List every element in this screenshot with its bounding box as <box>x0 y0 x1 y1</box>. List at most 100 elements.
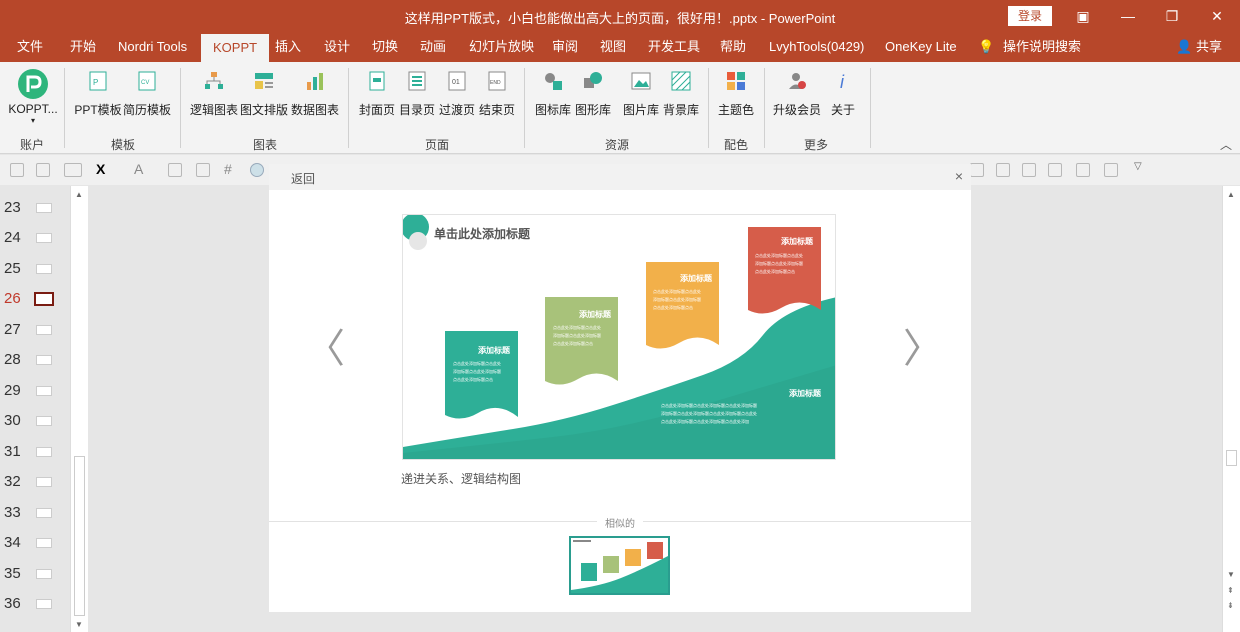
tab-view[interactable]: 视图 <box>600 32 626 62</box>
title-bar: 这样用PPT版式，小白也能做出高大上的页面，很好用！.pptx - PowerP… <box>0 0 1240 32</box>
top-align-icon[interactable] <box>1076 163 1090 177</box>
tab-onekey-lite[interactable]: OneKey Lite <box>885 32 957 62</box>
tab-transitions[interactable]: 切换 <box>372 32 398 62</box>
tab-file[interactable]: 文件 <box>17 32 43 62</box>
slide-row[interactable]: 23 <box>0 193 70 223</box>
scroll-up-icon[interactable]: ▲ <box>1227 190 1235 199</box>
theme-color-button[interactable]: 主题色 <box>716 68 756 118</box>
scroll-down-icon[interactable]: ▼ <box>75 620 83 629</box>
slide-row[interactable]: 25 <box>0 254 70 284</box>
slide-thumbnail <box>36 264 52 274</box>
slide-row[interactable]: 33 <box>0 498 70 528</box>
restore-icon[interactable]: ❐ <box>1162 6 1182 26</box>
svg-text:END: END <box>490 80 501 86</box>
tab-animations[interactable]: 动画 <box>420 32 446 62</box>
close-icon[interactable]: × <box>955 168 963 184</box>
end-page-button[interactable]: END 结束页 <box>478 68 516 118</box>
next-slide-icon[interactable]: ⇟ <box>1227 601 1234 610</box>
center-icon[interactable] <box>1022 163 1036 177</box>
toc-page-button[interactable]: 目录页 <box>398 68 436 118</box>
cover-page-button[interactable]: 封面页 <box>358 68 396 118</box>
resume-template-button[interactable]: CV 简历模板 <box>122 68 172 118</box>
image-tool-icon[interactable] <box>196 163 210 177</box>
customize-toolbar-icon[interactable]: ▽ <box>1134 161 1142 172</box>
slide-row[interactable]: 30 <box>0 406 70 436</box>
scroll-up-icon[interactable]: ▲ <box>75 190 83 199</box>
close-window-icon[interactable]: ✕ <box>1207 6 1227 26</box>
resume-template-icon: CV <box>138 71 156 91</box>
tab-home[interactable]: 开始 <box>70 32 96 62</box>
tab-developer[interactable]: 开发工具 <box>648 32 700 62</box>
editor-scrollbar[interactable]: ▲ ▼ ⇞ ⇟ <box>1222 186 1240 632</box>
slide-row[interactable]: 35 <box>0 559 70 589</box>
lock-icon[interactable] <box>10 163 24 177</box>
separator <box>524 68 525 148</box>
slide-row[interactable]: 36 <box>0 589 70 619</box>
bottom-align-icon[interactable] <box>1104 163 1118 177</box>
separator <box>348 68 349 148</box>
text-layout-button[interactable]: 图文排版 <box>240 68 288 118</box>
tab-review[interactable]: 审阅 <box>552 32 578 62</box>
tab-insert[interactable]: 插入 <box>275 32 301 62</box>
separator <box>870 68 871 148</box>
slide-list-scrollbar[interactable]: ▲ ▼ <box>70 186 88 632</box>
login-button[interactable]: 登录 <box>1008 6 1052 26</box>
template-preview[interactable]: 点击此处添加标题点击此处 添加标题点击此处添加标题 点击此处添加标题点击 点击此… <box>402 214 836 460</box>
background-library-button[interactable]: 背景库 <box>662 68 700 118</box>
slide-row[interactable]: 31 <box>0 437 70 467</box>
eyedropper-icon[interactable] <box>168 163 182 177</box>
minimize-icon[interactable]: — <box>1118 6 1138 26</box>
slide-row[interactable]: 32 <box>0 467 70 497</box>
koppt-account-button[interactable]: KOPPT... ▾ <box>8 68 58 125</box>
icon-library-button[interactable]: 图标库 <box>534 68 572 118</box>
scroll-thumb[interactable] <box>74 456 85 616</box>
tab-design[interactable]: 设计 <box>324 32 350 62</box>
shape-fill-icon[interactable] <box>250 163 264 177</box>
align-icon[interactable] <box>36 163 50 177</box>
scroll-down-icon[interactable]: ▼ <box>1227 570 1235 579</box>
slide-row[interactable]: 34 <box>0 528 70 558</box>
slide-row[interactable]: 29 <box>0 376 70 406</box>
svg-text:i: i <box>840 72 845 92</box>
shape-library-button[interactable]: 图形库 <box>574 68 612 118</box>
org-chart-icon <box>205 72 223 89</box>
slide-row[interactable]: 24 <box>0 223 70 253</box>
image-library-button[interactable]: 图片库 <box>622 68 660 118</box>
tell-me-search[interactable]: 操作说明搜索 <box>1003 32 1081 62</box>
prev-slide-icon[interactable]: ⇞ <box>1227 586 1234 595</box>
similar-template-thumbnail[interactable] <box>569 536 670 595</box>
slide-row[interactable]: 28 <box>0 345 70 375</box>
back-button[interactable]: 返回 <box>291 170 315 187</box>
svg-text:P: P <box>93 78 98 87</box>
grid-icon[interactable]: # <box>224 161 232 177</box>
font-icon[interactable]: A <box>134 161 143 177</box>
tab-nordri-tools[interactable]: Nordri Tools <box>118 32 187 62</box>
about-button[interactable]: i 关于 <box>826 68 860 118</box>
format-icon[interactable]: X <box>96 161 105 177</box>
tab-help[interactable]: 帮助 <box>720 32 746 62</box>
logic-chart-button[interactable]: 逻辑图表 <box>190 68 238 118</box>
lightbulb-icon: 💡 <box>978 39 995 54</box>
prev-arrow-icon[interactable]: 〈 <box>305 316 345 374</box>
ribbon: KOPPT... ▾ 账户 P PPT模板 CV 简历模板 模板 逻辑图表 图文… <box>0 62 1240 154</box>
member-icon <box>789 73 806 89</box>
copy-format-icon[interactable] <box>996 163 1010 177</box>
tab-koppt[interactable]: KOPPT <box>201 34 270 62</box>
textbox-icon[interactable] <box>64 163 82 177</box>
data-chart-button[interactable]: 数据图表 <box>290 68 340 118</box>
scroll-thumb[interactable] <box>1226 450 1237 466</box>
print-icon[interactable] <box>1048 163 1062 177</box>
ppt-template-button[interactable]: P PPT模板 <box>74 68 122 118</box>
next-arrow-icon[interactable]: 〉 <box>903 316 943 374</box>
distribute-icon[interactable] <box>970 163 984 177</box>
ribbon-display-icon[interactable]: ▣ <box>1073 6 1093 26</box>
transition-page-button[interactable]: 01 过渡页 <box>438 68 476 118</box>
slide-row-current[interactable]: 26 <box>0 284 70 314</box>
tab-lvyhtools[interactable]: LvyhTools(0429) <box>769 32 864 62</box>
share-button[interactable]: 共享 <box>1196 32 1222 62</box>
upgrade-member-button[interactable]: 升级会员 <box>772 68 822 118</box>
tab-slideshow[interactable]: 幻灯片放映 <box>469 32 534 62</box>
collapse-ribbon-icon[interactable]: ︿ <box>1220 136 1232 153</box>
svg-text:点击此处添加标题点击此处: 点击此处添加标题点击此处 <box>553 324 601 330</box>
slide-row[interactable]: 27 <box>0 315 70 345</box>
